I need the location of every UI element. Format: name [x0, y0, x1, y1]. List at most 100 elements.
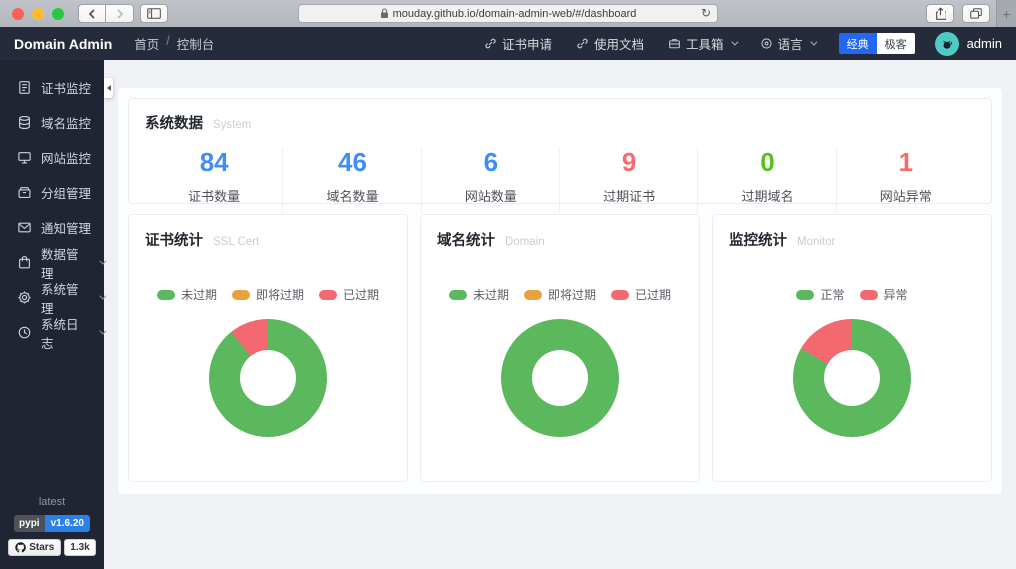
legend-chip	[796, 290, 814, 300]
sidebar-item-group-management[interactable]: 分组管理	[0, 175, 104, 210]
stat-value: 84	[145, 147, 283, 178]
stat-expired-certs: 9 过期证书	[560, 143, 698, 215]
legend-item[interactable]: 已过期	[611, 286, 671, 303]
legend-item[interactable]: 异常	[860, 286, 908, 303]
chart-legend: 正常 异常	[729, 286, 975, 303]
cert-stats-card: 证书统计 SSL Cert 未过期 即将过期	[128, 214, 408, 482]
breadcrumb: 首页 / 控制台	[134, 34, 214, 53]
domain-stats-card: 域名统计 Domain 未过期 即将过期	[420, 214, 700, 482]
sidebar-item-website-monitor[interactable]: 网站监控	[0, 140, 104, 175]
legend-chip	[611, 290, 629, 300]
sidebar-item-cert-monitor[interactable]: 证书监控	[0, 70, 104, 105]
stat-value: 1	[837, 147, 975, 178]
chart-title: 监控统计	[729, 229, 787, 250]
monitor-icon	[17, 150, 32, 165]
sidebar-item-data-management[interactable]: 数据管理	[0, 245, 104, 280]
sidebar-panel-icon	[147, 8, 161, 19]
stat-label: 证书数量	[145, 186, 283, 205]
sidebar-item-label: 通知管理	[41, 218, 91, 237]
sidebar-item-label: 网站监控	[41, 148, 91, 167]
sidebar-collapse-handle[interactable]	[104, 78, 113, 98]
nav-link-label: 语言	[778, 34, 803, 53]
address-bar[interactable]: mouday.github.io/domain-admin-web/#/dash…	[298, 4, 718, 23]
browser-chrome: mouday.github.io/domain-admin-web/#/dash…	[0, 0, 1016, 27]
pypi-version-badge[interactable]: pypi v1.6.20	[14, 515, 90, 532]
sidebar-item-notification-management[interactable]: 通知管理	[0, 210, 104, 245]
github-icon	[15, 542, 26, 553]
new-tab-button[interactable]: +	[996, 0, 1016, 27]
legend-chip	[449, 290, 467, 300]
share-button[interactable]	[926, 4, 954, 23]
forward-button[interactable]	[106, 4, 134, 23]
gear-icon	[17, 290, 32, 305]
monitor-donut-chart[interactable]	[793, 319, 911, 437]
nav-link-docs[interactable]: 使用文档	[576, 34, 644, 53]
window-controls	[12, 8, 64, 20]
chart-subtitle: SSL Cert	[213, 236, 259, 248]
legend-label: 即将过期	[256, 286, 304, 303]
tab-overview-button[interactable]	[962, 4, 990, 23]
legend-label: 未过期	[181, 286, 217, 303]
system-stats-card: 系统数据 System 84 证书数量 46 域名数量 6 网站数量	[128, 98, 992, 204]
stat-website-errors: 1 网站异常	[837, 143, 975, 215]
legend-label: 正常	[820, 286, 844, 303]
cert-donut-chart[interactable]	[209, 319, 327, 437]
main-content: 系统数据 System 84 证书数量 46 域名数量 6 网站数量	[104, 60, 1016, 569]
nav-link-cert-apply[interactable]: 证书申请	[484, 34, 552, 53]
refresh-icon[interactable]: ↻	[701, 5, 711, 22]
sidebar-item-domain-monitor[interactable]: 域名监控	[0, 105, 104, 140]
sidebar-item-system-management[interactable]: 系统管理	[0, 280, 104, 315]
chart-legend: 未过期 即将过期 已过期	[145, 286, 391, 303]
nav-link-label: 使用文档	[594, 34, 644, 53]
chart-subtitle: Domain	[505, 236, 545, 248]
stats-title: 系统数据	[145, 112, 203, 133]
user-menu[interactable]: admin	[935, 32, 1002, 56]
legend-chip	[157, 290, 175, 300]
breadcrumb-home[interactable]: 首页	[134, 34, 159, 53]
close-window-button[interactable]	[12, 8, 24, 20]
pypi-label: pypi	[14, 515, 45, 532]
domain-donut-chart[interactable]	[501, 319, 619, 437]
stats-subtitle: System	[213, 119, 251, 131]
back-button[interactable]	[78, 4, 106, 23]
chevron-down-icon	[810, 39, 817, 46]
legend-item[interactable]: 即将过期	[524, 286, 596, 303]
database-icon	[17, 115, 32, 130]
tabs-icon	[970, 8, 982, 19]
top-navbar: Domain Admin 首页 / 控制台 证书申请 使用文档 工具箱 语言 经…	[0, 27, 1016, 60]
legend-item[interactable]: 已过期	[319, 286, 379, 303]
certificate-icon	[17, 80, 32, 95]
legend-label: 未过期	[473, 286, 509, 303]
legend-label: 异常	[884, 286, 908, 303]
legend-item[interactable]: 未过期	[157, 286, 217, 303]
legend-chip	[860, 290, 878, 300]
theme-geek-button[interactable]: 极客	[877, 33, 915, 54]
legend-item[interactable]: 即将过期	[232, 286, 304, 303]
stat-domain-count: 46 域名数量	[283, 143, 421, 215]
nav-link-label: 工具箱	[686, 34, 724, 53]
chevron-down-icon	[731, 39, 738, 46]
sidebar-toggle-button[interactable]	[140, 4, 168, 23]
legend-item[interactable]: 未过期	[449, 286, 509, 303]
theme-classic-button[interactable]: 经典	[839, 33, 877, 54]
sidebar-item-label: 系统管理	[41, 279, 89, 317]
chevron-left-icon	[88, 9, 96, 19]
legend-chip	[232, 290, 250, 300]
sidebar-footer: latest pypi v1.6.20 Stars 1.3k	[0, 496, 104, 569]
legend-item[interactable]: 正常	[796, 286, 844, 303]
zoom-window-button[interactable]	[52, 8, 64, 20]
toolbox-icon	[668, 37, 681, 50]
chart-title: 证书统计	[145, 229, 203, 250]
link-icon	[576, 37, 589, 50]
stat-value: 0	[698, 147, 836, 178]
nav-dropdown-language[interactable]: 语言	[760, 34, 815, 53]
dashboard-container: 系统数据 System 84 证书数量 46 域名数量 6 网站数量	[118, 88, 1002, 494]
sidebar-item-label: 域名监控	[41, 113, 91, 132]
nav-dropdown-toolbox[interactable]: 工具箱	[668, 34, 736, 53]
github-stars-badge[interactable]: Stars 1.3k	[8, 539, 95, 556]
minimize-window-button[interactable]	[32, 8, 44, 20]
sidebar-item-system-log[interactable]: 系统日志	[0, 315, 104, 350]
stat-label: 过期证书	[560, 186, 698, 205]
bag-icon	[17, 255, 32, 270]
stat-value: 6	[422, 147, 560, 178]
